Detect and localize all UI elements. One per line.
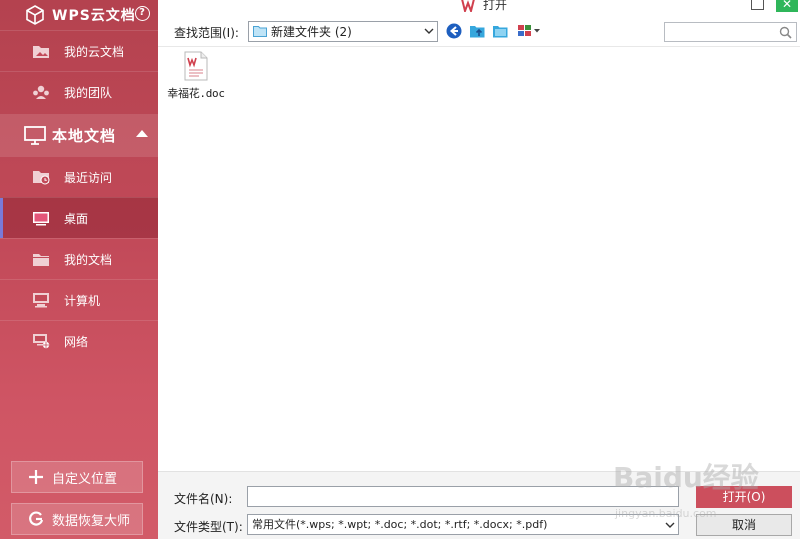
sidebar: WPS云文档 ? 我的云文档 我的团队 本地文档 最近访问 桌面 我的文档 计算… xyxy=(0,0,158,539)
sidebar-item-label: 我的云文档 xyxy=(64,44,125,59)
chevron-down-icon[interactable] xyxy=(423,25,435,38)
search-input[interactable] xyxy=(664,22,797,42)
sidebar-item-label: 网络 xyxy=(64,334,89,349)
maximize-button[interactable] xyxy=(751,0,764,10)
sidebar-item-my-team[interactable]: 我的团队 xyxy=(0,71,158,112)
close-button[interactable]: ✕ xyxy=(776,0,798,12)
custom-location-label: 自定义位置 xyxy=(52,471,118,487)
title-bar: 打开 ✕ xyxy=(158,0,800,14)
recovery-icon xyxy=(29,511,44,526)
sidebar-item-my-documents[interactable]: 我的文档 xyxy=(0,238,158,279)
sidebar-item-label: 我的文档 xyxy=(64,252,113,267)
team-icon xyxy=(32,84,50,100)
filename-input[interactable] xyxy=(247,486,679,507)
new-folder-icon[interactable] xyxy=(491,22,509,40)
filename-label: 文件名(N): xyxy=(174,492,233,506)
sidebar-item-label: 桌面 xyxy=(64,211,89,226)
plus-icon xyxy=(29,470,43,484)
local-docs-title: 本地文档 xyxy=(52,126,117,145)
wps-cloud-title: WPS云文档 xyxy=(52,8,136,24)
bottom-panel: 文件名(N): 文件类型(T): 常用文件(*.wps; *.wpt; *.do… xyxy=(158,461,800,539)
up-folder-icon[interactable] xyxy=(468,22,486,40)
sidebar-item-network[interactable]: 网络 xyxy=(0,320,158,361)
look-in-value: 新建文件夹 (2) xyxy=(271,25,352,39)
filetype-label: 文件类型(T): xyxy=(174,520,243,534)
chevron-down-icon[interactable] xyxy=(665,519,675,531)
word-doc-icon xyxy=(183,51,209,81)
wps-cloud-logo-icon xyxy=(26,5,44,25)
network-icon xyxy=(32,333,50,349)
open-button[interactable]: 打开(O) xyxy=(696,486,792,508)
local-docs-section[interactable]: 本地文档 xyxy=(0,114,158,156)
collapse-caret-icon[interactable] xyxy=(136,130,148,137)
cloud-docs-icon xyxy=(32,43,50,59)
recent-icon xyxy=(32,169,50,185)
help-icon[interactable]: ? xyxy=(135,6,150,21)
folder-icon xyxy=(253,26,267,37)
window-title: 打开 xyxy=(461,0,507,13)
filetype-dropdown[interactable]: 常用文件(*.wps; *.wpt; *.doc; *.dot; *.rtf; … xyxy=(247,514,679,535)
file-item[interactable]: 幸福花.doc xyxy=(166,51,226,101)
folder-icon xyxy=(32,251,50,267)
view-menu-icon[interactable] xyxy=(516,22,544,40)
file-name: 幸福花.doc xyxy=(167,87,225,100)
custom-location-button[interactable]: 自定义位置 xyxy=(11,461,143,493)
look-in-label: 查找范围(I): xyxy=(174,26,239,40)
computer-icon xyxy=(32,292,50,308)
monitor-icon xyxy=(24,126,46,145)
sidebar-item-recent[interactable]: 最近访问 xyxy=(0,156,158,197)
file-list[interactable]: 幸福花.doc xyxy=(158,46,800,471)
desktop-icon xyxy=(32,210,50,226)
toolbar: 查找范围(I): 新建文件夹 (2) xyxy=(158,18,800,46)
data-recovery-label: 数据恢复大师 xyxy=(52,513,131,529)
wps-logo-icon xyxy=(461,0,475,12)
window-title-text: 打开 xyxy=(483,0,508,12)
data-recovery-button[interactable]: 数据恢复大师 xyxy=(11,503,143,535)
sidebar-item-computer[interactable]: 计算机 xyxy=(0,279,158,320)
sidebar-item-label: 计算机 xyxy=(64,293,101,308)
filetype-value: 常用文件(*.wps; *.wpt; *.doc; *.dot; *.rtf; … xyxy=(252,518,548,531)
search-icon[interactable] xyxy=(779,26,792,39)
wps-cloud-header[interactable]: WPS云文档 ? xyxy=(0,0,158,30)
look-in-dropdown[interactable]: 新建文件夹 (2) xyxy=(248,21,438,42)
back-icon[interactable] xyxy=(445,22,463,40)
sidebar-item-desktop[interactable]: 桌面 xyxy=(0,197,158,238)
sidebar-item-label: 我的团队 xyxy=(64,85,113,100)
sidebar-item-my-cloud-docs[interactable]: 我的云文档 xyxy=(0,30,158,71)
cancel-button[interactable]: 取消 xyxy=(696,514,792,536)
sidebar-item-label: 最近访问 xyxy=(64,170,113,185)
